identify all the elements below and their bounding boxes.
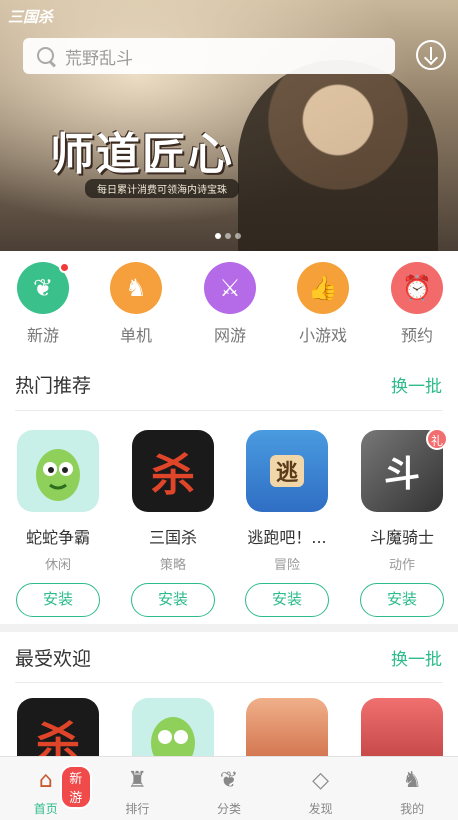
search-placeholder: 荒野乱斗 [65, 48, 133, 69]
install-button[interactable]: 安装 [131, 583, 215, 617]
tab-mine[interactable]: ♞ 我的 [366, 757, 458, 820]
install-button[interactable]: 安装 [360, 583, 444, 617]
hot-section-title: 热门推荐 [15, 375, 92, 397]
tab-discover[interactable]: ◇ 发现 [275, 757, 367, 820]
tab-ranking[interactable]: ♜ 排行 [92, 757, 184, 820]
game-name: 斗魔骑士 [369, 528, 434, 547]
divider [15, 410, 443, 411]
game-type: 动作 [388, 558, 415, 573]
game-card[interactable]: 杀 三国杀 策略 安装 [123, 430, 223, 617]
game-type: 冒险 [273, 558, 300, 573]
carousel-dot[interactable] [215, 233, 221, 239]
gift-icon: 礼 [426, 428, 448, 450]
tab-category[interactable]: ❦ 分类 [183, 757, 275, 820]
game-type: 休闲 [44, 558, 71, 573]
app-logo: 三国杀 [8, 8, 54, 26]
game-name: 三国杀 [148, 528, 197, 547]
category-new[interactable]: ❦ 新游 [3, 262, 83, 346]
favorite-section-title: 最受欢迎 [15, 648, 92, 670]
thumbs-up-icon: 👍 [297, 262, 349, 314]
kite-icon: ◇ [312, 768, 330, 793]
chess-knight-icon: ♞ [110, 262, 162, 314]
app-home-page: 三国杀 荒野乱斗 师道匠心 每日累计消费可领海内诗宝珠 ❦ 新游 ♞ 单机 ⚔ … [0, 0, 458, 820]
carousel-dot[interactable] [225, 233, 231, 239]
game-name: 逃跑吧！... [247, 528, 327, 547]
search-input[interactable]: 荒野乱斗 [23, 38, 395, 74]
squirrel-icon: ♞ [402, 768, 423, 793]
divider [15, 682, 443, 683]
carousel-dot[interactable] [235, 233, 241, 239]
runner-icon: 逃 [246, 430, 328, 512]
hot-refresh-link[interactable]: 换一批 [391, 372, 442, 397]
category-reserve[interactable]: ⏰ 预约 [377, 262, 457, 346]
crossed-swords-icon: ⚔ [204, 262, 256, 314]
alarm-clock-icon: ⏰ [391, 262, 443, 314]
sprout-icon: ❦ [219, 768, 239, 793]
install-button[interactable]: 安装 [245, 583, 329, 617]
windmill-icon: ⌂ [38, 768, 53, 793]
new-games-badge: 新游 [60, 765, 92, 809]
hero-banner[interactable]: 三国杀 荒野乱斗 师道匠心 每日累计消费可领海内诗宝珠 [0, 0, 458, 251]
category-mini[interactable]: 👍 小游戏 [283, 262, 363, 346]
game-card[interactable]: 蛇蛇争霸 休闲 安装 [8, 430, 108, 617]
banner-subline: 每日累计消费可领海内诗宝珠 [85, 179, 239, 198]
game-card[interactable]: 斗 礼 斗魔骑士 动作 安装 [352, 428, 452, 617]
category-online[interactable]: ⚔ 网游 [190, 262, 270, 346]
favorite-refresh-link[interactable]: 换一批 [391, 645, 442, 670]
new-dot [59, 262, 70, 273]
banner-hero-art [238, 60, 438, 251]
install-button[interactable]: 安装 [16, 583, 100, 617]
game-type: 策略 [159, 558, 186, 573]
leaf-icon: ❦ [17, 262, 70, 314]
game-card[interactable]: 逃 逃跑吧！... 冒险 安装 [237, 430, 337, 617]
category-row: ❦ 新游 ♞ 单机 ⚔ 网游 👍 小游戏 ⏰ 预约 [0, 262, 458, 352]
tab-home[interactable]: ⌂ 首页 新游 [0, 757, 92, 820]
category-single[interactable]: ♞ 单机 [96, 262, 176, 346]
carousel-dots [215, 233, 241, 239]
search-icon [35, 45, 57, 67]
scarecrow-icon: ♜ [127, 768, 148, 793]
banner-headline: 师道匠心 [50, 129, 234, 180]
section-divider [0, 624, 458, 632]
game-name: 蛇蛇争霸 [25, 528, 90, 547]
bottom-tab-bar: ⌂ 首页 新游 ♜ 排行 ❦ 分类 ◇ 发现 ♞ 我的 [0, 756, 458, 820]
download-icon[interactable] [416, 40, 446, 70]
snake-icon [17, 430, 99, 512]
sanguosha-icon: 杀 [132, 430, 214, 512]
